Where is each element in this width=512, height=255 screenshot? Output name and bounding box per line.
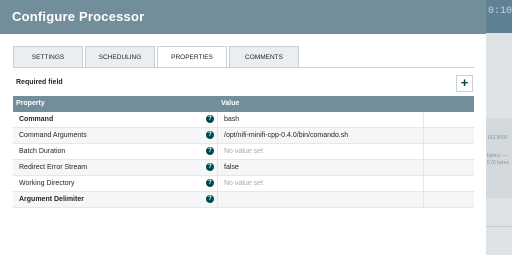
property-name: Batch Duration — [19, 148, 66, 155]
property-name: Command Arguments — [19, 132, 87, 139]
actions-cell — [424, 192, 474, 207]
dialog-header: Configure Processor — [0, 0, 486, 34]
actions-cell — [424, 176, 474, 191]
property-name: Argument Delimiter — [19, 196, 84, 203]
help-icon[interactable]: ? — [206, 131, 214, 139]
table-row[interactable]: Command ? bash — [13, 112, 474, 128]
tab-properties[interactable]: PROPERTIES — [157, 46, 227, 68]
property-cell: Command Arguments ? — [13, 128, 218, 143]
dialog-title: Configure Processor — [12, 9, 145, 24]
property-value: /opt/nifi-minifi-cpp-0.4.0/bin/comando.s… — [224, 132, 349, 139]
required-field-label: Required field — [16, 79, 63, 86]
value-cell[interactable]: bash — [219, 112, 424, 127]
property-value: No value set — [224, 180, 263, 187]
add-property-button[interactable]: + — [456, 75, 473, 92]
column-header-property[interactable]: Property — [16, 100, 45, 107]
property-value: false — [224, 164, 239, 171]
help-icon[interactable]: ? — [206, 115, 214, 123]
background-text: 162.9090 — [487, 135, 508, 141]
property-name: Command — [19, 116, 54, 123]
actions-cell — [424, 128, 474, 143]
table-header: Property Value — [13, 96, 474, 112]
background-text: 0 (0 bytes — [487, 160, 509, 166]
property-cell: Working Directory ? — [13, 176, 218, 191]
tab-scheduling[interactable]: SCHEDULING — [85, 46, 155, 67]
value-cell[interactable] — [219, 192, 424, 207]
property-cell: Batch Duration ? — [13, 144, 218, 159]
background-divider — [486, 226, 512, 227]
table-row[interactable]: Argument Delimiter ? — [13, 192, 474, 208]
tab-divider — [13, 67, 474, 68]
table-row[interactable]: Command Arguments ? /opt/nifi-minifi-cpp… — [13, 128, 474, 144]
value-cell[interactable]: No value set — [219, 176, 424, 191]
value-cell[interactable]: No value set — [219, 144, 424, 159]
column-header-value[interactable]: Value — [221, 100, 239, 107]
help-icon[interactable]: ? — [206, 163, 214, 171]
actions-cell — [424, 144, 474, 159]
property-cell: Command ? — [13, 112, 218, 127]
table-row[interactable]: Working Directory ? No value set — [13, 176, 474, 192]
value-cell[interactable]: false — [219, 160, 424, 175]
property-name: Redirect Error Stream — [19, 164, 88, 171]
configure-processor-dialog: Configure Processor SETTINGS SCHEDULING … — [0, 0, 486, 255]
property-cell: Argument Delimiter ? — [13, 192, 218, 207]
help-icon[interactable]: ? — [206, 147, 214, 155]
actions-cell — [424, 160, 474, 175]
help-icon[interactable]: ? — [206, 179, 214, 187]
background-clock: 0:10:5 — [488, 6, 512, 17]
properties-table: Property Value Command ? bash Command Ar… — [13, 96, 474, 208]
actions-cell — [424, 112, 474, 127]
table-row[interactable]: Batch Duration ? No value set — [13, 144, 474, 160]
table-row[interactable]: Redirect Error Stream ? false — [13, 160, 474, 176]
background-text: bytes) — — [487, 153, 508, 159]
property-cell: Redirect Error Stream ? — [13, 160, 218, 175]
value-cell[interactable]: /opt/nifi-minifi-cpp-0.4.0/bin/comando.s… — [219, 128, 424, 143]
tab-comments[interactable]: COMMENTS — [229, 46, 299, 67]
property-value: No value set — [224, 148, 263, 155]
property-name: Working Directory — [19, 180, 75, 187]
help-icon[interactable]: ? — [206, 195, 214, 203]
property-value: bash — [224, 116, 240, 123]
tab-settings[interactable]: SETTINGS — [13, 46, 83, 67]
